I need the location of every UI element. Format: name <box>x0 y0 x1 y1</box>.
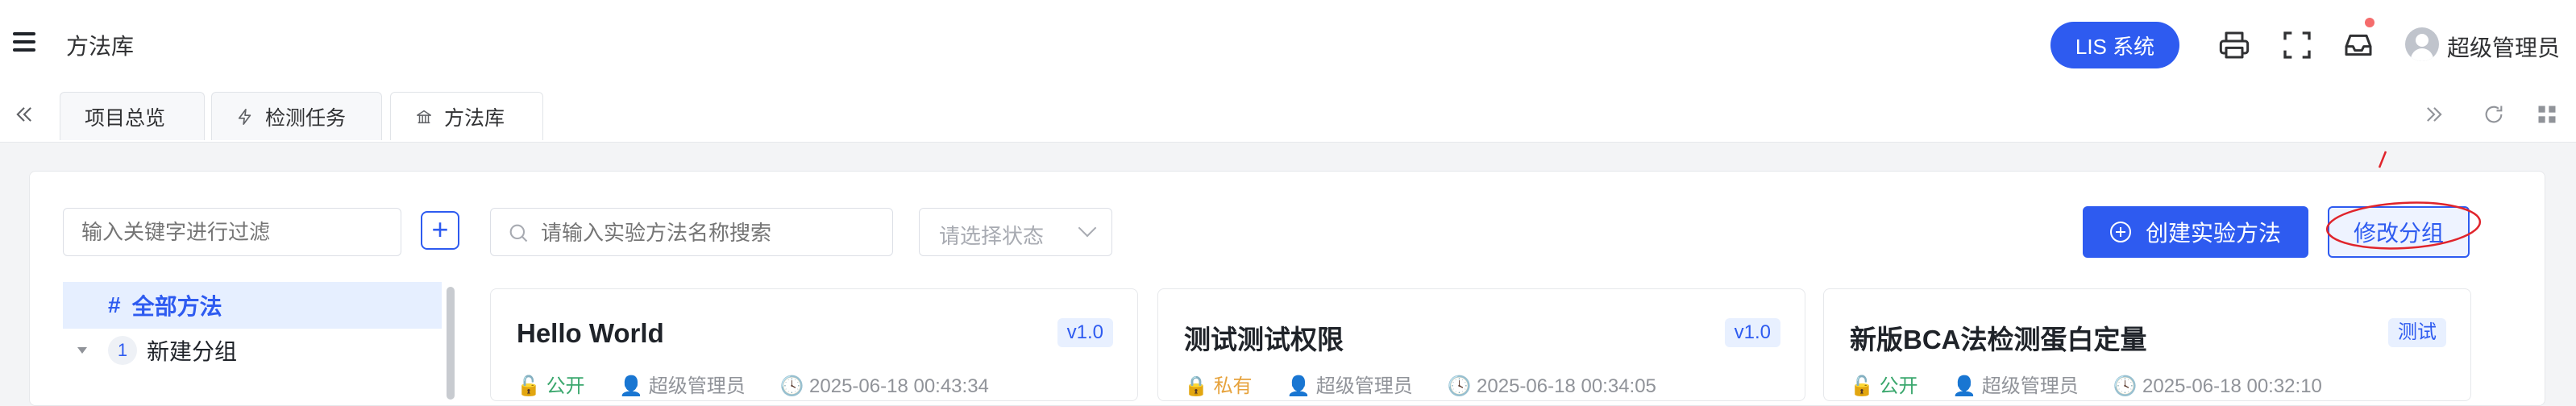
tab-method-library[interactable]: 方法库 <box>390 92 543 140</box>
card-title: 新版BCA法检测蛋白定量 <box>1850 325 2147 354</box>
visibility-private: 🔒 私有 <box>1184 375 1253 397</box>
timestamp: 🕓 2025-06-18 00:32:10 <box>2113 375 2322 397</box>
grid-icon[interactable] <box>2536 103 2558 126</box>
tab-project-overview[interactable]: 项目总览 <box>60 92 205 140</box>
tabs-bar: 项目总览 检测任务 方法库 <box>0 89 2576 143</box>
fullscreen-icon[interactable] <box>2281 29 2313 61</box>
user-name[interactable]: 超级管理员 <box>2447 31 2560 63</box>
tree-filter-input[interactable] <box>63 208 401 256</box>
search-field[interactable] <box>490 208 893 257</box>
tree-item-label: 新建分组 <box>147 339 238 364</box>
card-title: Hello World <box>517 318 664 348</box>
tab-label: 方法库 <box>444 106 505 130</box>
author: 👤 超级管理员 <box>1286 375 1413 397</box>
version-tag: v1.0 <box>1057 318 1113 347</box>
create-method-button[interactable]: 创建实验方法 <box>2083 206 2308 258</box>
inbox-icon[interactable] <box>2342 29 2374 61</box>
tab-label: 检测任务 <box>265 106 347 130</box>
avatar[interactable] <box>2405 27 2439 61</box>
search-input[interactable] <box>539 209 881 257</box>
notification-dot <box>2365 18 2374 27</box>
hash-icon: # <box>108 292 121 317</box>
status-placeholder: 请选择状态 <box>939 224 1045 248</box>
search-icon <box>509 224 528 242</box>
version-tag: v1.0 <box>1724 318 1780 347</box>
visibility-public: 🔓 公开 <box>517 375 585 397</box>
double-chevron-right-icon[interactable] <box>2423 103 2445 126</box>
visibility-public: 🔓 公开 <box>1850 375 1918 397</box>
tab-detection-task[interactable]: 检测任务 <box>211 92 382 140</box>
menu-icon[interactable] <box>13 32 35 52</box>
tree-scrollbar[interactable] <box>447 287 455 400</box>
caret-down-icon[interactable] <box>76 344 89 357</box>
page-title: 方法库 <box>66 34 135 59</box>
lightning-icon <box>238 108 251 125</box>
version-tag: 测试 <box>2388 318 2446 347</box>
card-title: 测试测试权限 <box>1184 325 1344 354</box>
edit-group-button[interactable]: 修改分组 <box>2328 206 2470 258</box>
plus-circle-icon <box>2109 222 2131 242</box>
tree-item-all-methods[interactable]: # 全部方法 <box>63 282 442 329</box>
tree-item-label: 全部方法 <box>131 294 222 319</box>
card-meta: 🔓 公开 👤 超级管理员 🕓 2025-06-18 00:43:34 <box>517 370 1018 398</box>
timestamp: 🕓 2025-06-18 00:34:05 <box>1447 375 1656 397</box>
card-meta: 🔓 公开 👤 超级管理员 🕓 2025-06-18 00:32:10 <box>1850 370 2351 398</box>
refresh-icon[interactable] <box>2483 103 2505 126</box>
print-icon[interactable] <box>2218 29 2250 61</box>
lis-system-button[interactable]: LIS 系统 <box>2050 22 2179 68</box>
tab-label: 项目总览 <box>85 106 166 130</box>
group-index-badge: 1 <box>108 336 137 365</box>
method-card[interactable]: Hello World v1.0 🔓 公开 👤 超级管理员 🕓 2025-06-… <box>490 288 1138 401</box>
status-select[interactable]: 请选择状态 <box>919 208 1112 256</box>
chevron-down-icon <box>1078 218 1097 238</box>
method-card[interactable]: 测试测试权限 v1.0 🔒 私有 👤 超级管理员 🕓 2025-06-18 00… <box>1157 288 1805 401</box>
timestamp: 🕓 2025-06-18 00:43:34 <box>779 375 989 397</box>
double-chevron-left-icon[interactable] <box>13 103 35 126</box>
method-card[interactable]: 新版BCA法检测蛋白定量 测试 🔓 公开 👤 超级管理员 🕓 2025-06-1… <box>1823 288 2471 401</box>
top-bar: 方法库 LIS 系统 超级管理员 <box>0 0 2576 89</box>
author: 👤 超级管理员 <box>1952 375 2079 397</box>
add-group-button[interactable]: + <box>421 211 459 250</box>
tree-item-group[interactable]: 1 新建分组 <box>63 327 442 374</box>
create-method-label: 创建实验方法 <box>2145 221 2281 246</box>
library-icon <box>417 110 431 123</box>
card-meta: 🔒 私有 👤 超级管理员 🕓 2025-06-18 00:34:05 <box>1184 370 1685 398</box>
author: 👤 超级管理员 <box>619 375 746 397</box>
